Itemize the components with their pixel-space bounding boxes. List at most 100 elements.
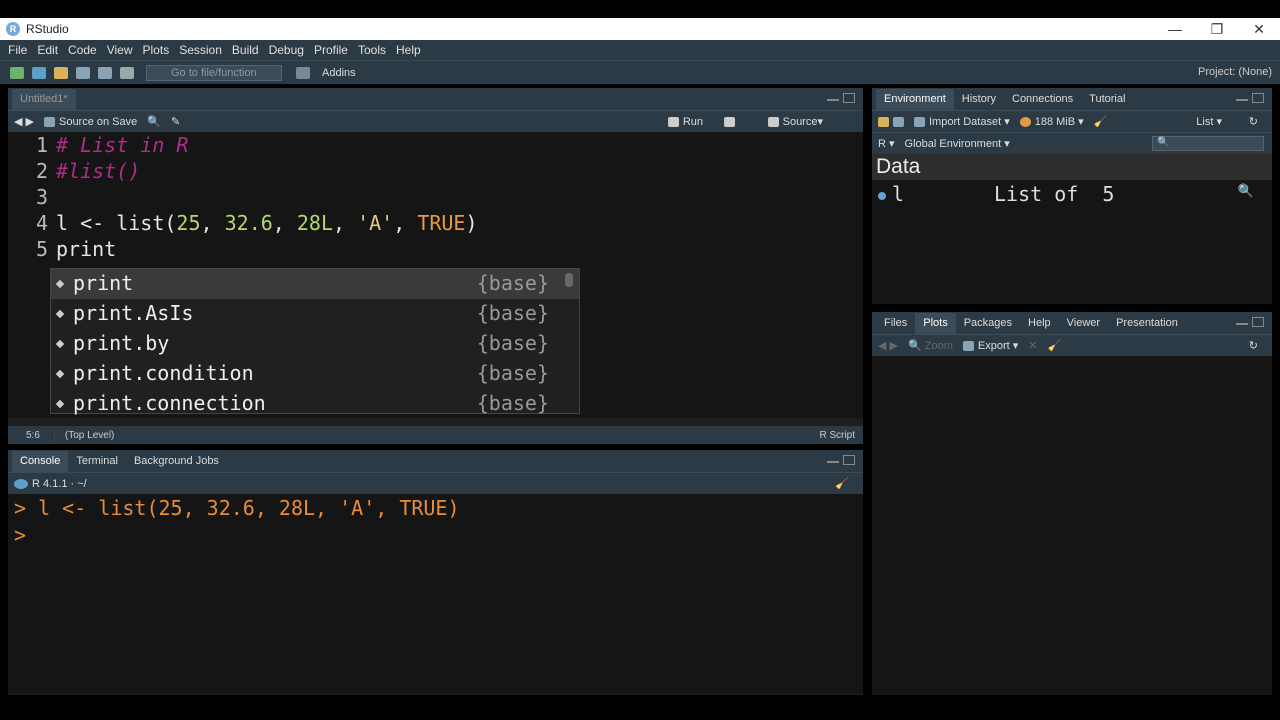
tab-files[interactable]: Files	[876, 313, 915, 334]
addins-menu[interactable]: Addins	[322, 67, 356, 79]
maximize-pane-icon[interactable]	[1252, 317, 1264, 327]
import-dataset-button[interactable]: Import Dataset ▾	[914, 115, 1010, 128]
minimize-pane-icon[interactable]	[827, 93, 839, 101]
autocomplete-item[interactable]: print.by {base}	[51, 329, 579, 359]
load-workspace-icon[interactable]	[878, 116, 889, 127]
environment-list: l List of 5 🔍	[872, 180, 1272, 304]
rerun-icon[interactable]	[724, 116, 739, 127]
wand-icon[interactable]: ✎	[171, 115, 180, 128]
menu-build[interactable]: Build	[232, 43, 259, 57]
close-button[interactable]: ✕	[1238, 18, 1280, 40]
environment-toolbar: Import Dataset ▾ 188 MiB ▾ 🧹 List ▾ ↻	[872, 110, 1272, 132]
scope-level[interactable]: (Top Level)	[55, 430, 114, 441]
file-type[interactable]: R Script	[819, 430, 855, 441]
source-on-save-checkbox[interactable]: Source on Save	[43, 116, 137, 128]
plot-back-forward-icon[interactable]: ◀ ▶	[878, 339, 898, 352]
code-editor[interactable]: 1 2 3 4 5 # List in R #list() l <- list(…	[8, 132, 863, 481]
source-button[interactable]: Source ▾	[767, 115, 823, 128]
console-output[interactable]: > l <- list(25, 32.6, 28L, 'A', TRUE) >	[8, 494, 863, 694]
autocomplete-item[interactable]: print.condition {base}	[51, 359, 579, 389]
tab-console[interactable]: Console	[12, 451, 69, 472]
project-menu[interactable]: Project: (None)	[1198, 66, 1272, 78]
tab-environment[interactable]: Environment	[876, 89, 954, 110]
language-dropdown[interactable]: R ▾	[878, 137, 895, 151]
window-title: RStudio	[26, 22, 69, 36]
environment-search-input[interactable]: 🔍	[1152, 136, 1264, 151]
tab-viewer[interactable]: Viewer	[1059, 313, 1108, 334]
menu-debug[interactable]: Debug	[269, 43, 304, 57]
new-file-icon[interactable]	[10, 66, 24, 79]
refresh-icon[interactable]: ↻	[1249, 115, 1258, 128]
function-icon	[55, 309, 65, 319]
minimize-pane-icon[interactable]	[1236, 93, 1248, 101]
refresh-icon[interactable]: ↻	[1249, 339, 1258, 352]
code-line-1: # List in R	[56, 133, 189, 157]
broom-icon[interactable]: 🧹	[1047, 339, 1061, 352]
line-number: 2	[35, 159, 48, 183]
run-button[interactable]: Run	[667, 116, 703, 128]
tab-untitled1[interactable]: Untitled1*	[12, 89, 76, 110]
files-pane: Files Plots Packages Help Viewer Present…	[872, 312, 1272, 695]
view-mode-dropdown[interactable]: List ▾	[1196, 115, 1222, 129]
line-number: 3	[35, 185, 48, 209]
autocomplete-popup: print {base} print.AsIs {base} print.by {ba…	[50, 268, 580, 481]
window-titlebar: R RStudio — ❐ ✕	[0, 18, 1280, 40]
maximize-pane-icon[interactable]	[1252, 93, 1264, 103]
save-workspace-icon[interactable]	[893, 116, 904, 127]
environment-row[interactable]: l List of 5 🔍	[872, 182, 1272, 208]
goto-file-input[interactable]: Go to file/function	[146, 64, 282, 81]
clear-console-icon[interactable]: 🧹	[835, 477, 849, 490]
remove-plot-icon[interactable]: ✕	[1028, 339, 1037, 352]
autocomplete-item[interactable]: print.AsIs {base}	[51, 299, 579, 329]
video-letterbox-bottom	[0, 698, 1280, 720]
export-button[interactable]: Export ▾	[962, 339, 1018, 352]
tab-packages[interactable]: Packages	[956, 313, 1020, 334]
menu-edit[interactable]: Edit	[37, 43, 58, 57]
tab-background-jobs[interactable]: Background Jobs	[126, 451, 227, 472]
save-all-icon[interactable]	[98, 66, 112, 79]
back-arrow-icon[interactable]: ◀ ▶	[14, 115, 34, 128]
zoom-button[interactable]: 🔍 Zoom	[908, 339, 953, 353]
tab-terminal[interactable]: Terminal	[68, 451, 126, 472]
r-version: R 4.1.1 · ~/	[32, 477, 87, 490]
print-icon[interactable]	[120, 66, 134, 79]
new-project-icon[interactable]	[32, 66, 46, 79]
export-icon	[962, 340, 974, 351]
minimize-button[interactable]: —	[1154, 18, 1196, 40]
menu-plots[interactable]: Plots	[143, 43, 170, 57]
autocomplete-item[interactable]: print {base}	[51, 269, 579, 299]
menu-profile[interactable]: Profile	[314, 43, 348, 57]
minimize-pane-icon[interactable]	[1236, 317, 1248, 325]
menu-view[interactable]: View	[107, 43, 133, 57]
menu-session[interactable]: Session	[179, 43, 222, 57]
tab-presentation[interactable]: Presentation	[1108, 313, 1186, 334]
menu-tools[interactable]: Tools	[358, 43, 386, 57]
maximize-button[interactable]: ❐	[1196, 18, 1238, 40]
search-icon[interactable]: 🔍	[147, 115, 161, 128]
open-file-icon[interactable]	[54, 66, 68, 79]
tab-connections[interactable]: Connections	[1004, 89, 1081, 110]
environment-scope-dropdown[interactable]: Global Environment ▾	[905, 137, 1010, 151]
tab-tutorial[interactable]: Tutorial	[1081, 89, 1133, 110]
expand-icon[interactable]	[878, 192, 886, 200]
cursor-position: 5:6	[8, 429, 55, 441]
save-icon[interactable]	[76, 66, 90, 79]
menu-code[interactable]: Code	[68, 43, 97, 57]
grid-layout-icon[interactable]	[296, 66, 310, 79]
maximize-pane-icon[interactable]	[843, 93, 855, 103]
minimize-pane-icon[interactable]	[827, 455, 839, 463]
plots-canvas	[872, 356, 1272, 695]
maximize-pane-icon[interactable]	[843, 455, 855, 465]
broom-icon[interactable]: 🧹	[1094, 115, 1108, 128]
tab-history[interactable]: History	[954, 89, 1004, 110]
memory-usage[interactable]: 188 MiB ▾	[1019, 115, 1084, 128]
variable-name: l	[892, 182, 905, 206]
autocomplete-scrollbar[interactable]	[565, 273, 573, 287]
menu-file[interactable]: File	[8, 43, 27, 57]
menu-help[interactable]: Help	[396, 43, 421, 57]
function-icon	[55, 399, 65, 409]
tab-help[interactable]: Help	[1020, 313, 1059, 334]
tab-plots[interactable]: Plots	[915, 313, 956, 334]
view-data-icon[interactable]: 🔍	[1238, 184, 1254, 199]
autocomplete-item[interactable]: print.connection {base}	[51, 389, 579, 419]
